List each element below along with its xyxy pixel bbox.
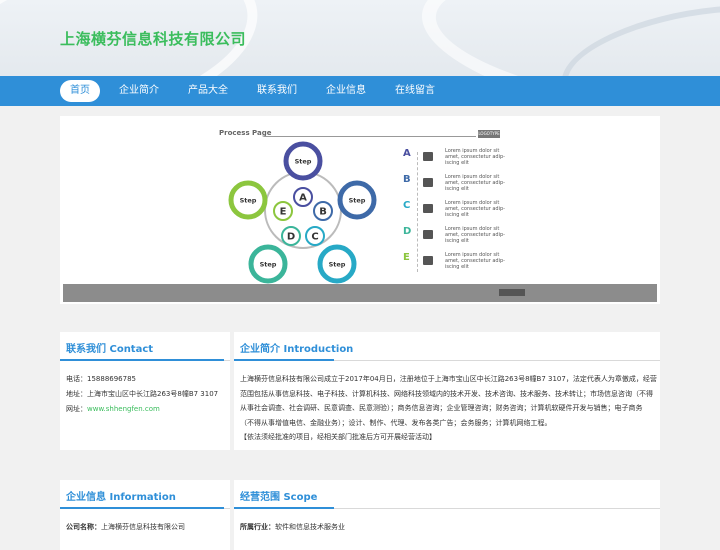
contact-phone: 电话：15888696785 xyxy=(66,375,136,383)
header-underline xyxy=(234,507,334,509)
header-underline xyxy=(60,359,224,361)
side-item-icon xyxy=(423,230,433,239)
logotype-badge: LOGOTYPE xyxy=(478,130,500,138)
header-underline xyxy=(60,507,224,509)
company-name-value: 上海横芬信息科技有限公司 xyxy=(101,523,185,531)
website-link[interactable]: www.shhengfen.com xyxy=(87,405,160,413)
banner-footer-bar xyxy=(63,284,657,302)
side-item-icon xyxy=(423,256,433,265)
center-letter: D xyxy=(287,232,295,243)
banner-indicator[interactable] xyxy=(499,289,525,296)
header-underline xyxy=(234,359,334,361)
industry-label: 所属行业： xyxy=(240,523,275,531)
scope-header: 经营范围 Scope xyxy=(234,480,660,509)
intro-title: 企业简介 Introduction xyxy=(240,344,354,355)
center-letter: A xyxy=(299,193,307,204)
contact-title: 联系我们 Contact xyxy=(66,344,154,355)
side-letter: E xyxy=(403,252,410,263)
intro-line: 范围包括从事信息科技、电子科技、计算机科技、网络科技领域内的技术开发、技术咨询、… xyxy=(240,389,653,398)
contact-website: 网址：www.shhengfen.com xyxy=(66,402,160,416)
nav-item[interactable]: 联系我们 xyxy=(247,80,307,102)
side-item-text: Lorem ipsum dolor sit amet, consectetur … xyxy=(445,174,505,192)
company-name-row: 公司名称：上海横芬信息科技有限公司 xyxy=(66,520,185,534)
info-header: 企业信息 Information xyxy=(60,480,230,509)
step-label: Step xyxy=(349,197,366,205)
intro-line: 【依法须经批准的项目，经相关部门批准后方可开展经营活动】 xyxy=(240,433,436,441)
info-title: 企业信息 Information xyxy=(66,492,176,503)
step-label: Step xyxy=(329,261,346,269)
intro-header: 企业简介 Introduction xyxy=(234,332,660,361)
side-item-icon xyxy=(423,152,433,161)
company-name-label: 公司名称： xyxy=(66,523,101,531)
side-letter: C xyxy=(403,200,411,211)
nav-list: 首页 企业简介 产品大全 联系我们 企业信息 在线留言 xyxy=(60,80,454,102)
contact-box: 联系我们 Contact 电话：15888696785 地址：上海市宝山区中长江… xyxy=(60,332,230,450)
nav-item[interactable]: 产品大全 xyxy=(178,80,238,102)
intro-box: 企业简介 Introduction 上海横芬信息科技有限公司成立于2017年04… xyxy=(234,332,660,450)
industry-value: 软件和信息技术服务业 xyxy=(275,523,345,531)
side-divider xyxy=(417,152,419,272)
process-cycle-diagram: Step Step Step Step Step A B C D E xyxy=(228,141,377,284)
site-header: 上海横芬信息科技有限公司 xyxy=(0,0,720,76)
side-item-text: Lorem ipsum dolor sit amet, consectetur … xyxy=(445,200,505,218)
contact-address: 地址：上海市宝山区中长江路263号8幢B7 3107 xyxy=(66,390,219,398)
main-nav: 首页 企业简介 产品大全 联系我们 企业信息 在线留言 xyxy=(0,76,720,106)
side-item-text: Lorem ipsum dolor sit amet, consectetur … xyxy=(445,226,505,244)
side-item-text: Lorem ipsum dolor sit amet, consectetur … xyxy=(445,252,505,270)
nav-item[interactable]: 企业简介 xyxy=(109,80,169,102)
side-letter: B xyxy=(403,174,411,185)
nav-item[interactable]: 企业信息 xyxy=(316,80,376,102)
site-title[interactable]: 上海横芬信息科技有限公司 xyxy=(60,28,246,49)
intro-line: 从事社会调查、社会调研、民意调查、民意测验）；商务信息咨询；企业管理咨询；财务咨… xyxy=(240,404,643,412)
nav-item[interactable]: 在线留言 xyxy=(385,80,445,102)
side-item-text: Lorem ipsum dolor sit amet, consectetur … xyxy=(445,148,505,166)
scope-title: 经营范围 Scope xyxy=(240,492,318,503)
website-label: 网址： xyxy=(66,405,87,413)
intro-line: （不得从事增值电信、金融业务）；设计、制作、代理、发布各类广告；会务服务；计算机… xyxy=(240,418,552,427)
nav-item[interactable]: 首页 xyxy=(60,80,100,102)
side-item-icon xyxy=(423,204,433,213)
center-letter: C xyxy=(311,232,318,243)
intro-line: 上海横芬信息科技有限公司成立于2017年04月日，注册地位于上海市宝山区中长江路… xyxy=(240,375,657,383)
banner-image: Process Page LOGOTYPE Step Step Step Step St… xyxy=(60,116,660,304)
side-letter: D xyxy=(403,226,412,237)
side-item-icon xyxy=(423,178,433,187)
center-letter: E xyxy=(280,207,287,218)
step-label: Step xyxy=(295,158,312,166)
industry-row: 所属行业：软件和信息技术服务业 xyxy=(240,520,345,534)
step-label: Step xyxy=(260,261,277,269)
step-label: Step xyxy=(240,197,257,205)
contact-header: 联系我们 Contact xyxy=(60,332,230,361)
side-letter: A xyxy=(403,148,411,159)
center-letter: B xyxy=(319,207,327,218)
